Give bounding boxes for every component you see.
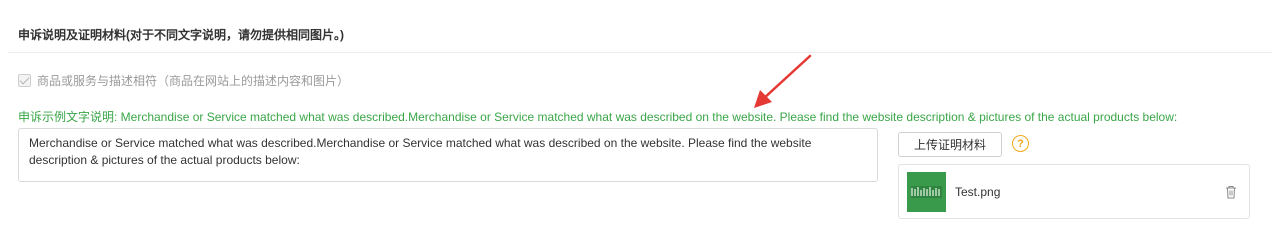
uploaded-file-card: Test.png (898, 164, 1250, 219)
example-statement-text: 申诉示例文字说明: Merchandise or Service matched… (18, 110, 1178, 124)
file-name: Test.png (955, 185, 1001, 199)
annotation-arrow (754, 54, 812, 108)
help-icon[interactable]: ? (1012, 135, 1029, 152)
divider (8, 52, 1272, 53)
upload-evidence-button[interactable]: 上传证明材料 (898, 132, 1002, 157)
matched-description-checkbox[interactable] (18, 73, 31, 87)
statement-textarea[interactable]: Merchandise or Service matched what was … (18, 128, 878, 182)
trash-icon[interactable] (1225, 185, 1237, 199)
section-title: 申诉说明及证明材料(对于不同文字说明，请勿提供相同图片。) (18, 28, 344, 42)
image-thumbnail-icon[interactable] (907, 172, 946, 212)
checkbox-label: 商品或服务与描述相符（商品在网站上的描述内容和图片） (37, 73, 350, 88)
checkbox-row[interactable]: 商品或服务与描述相符（商品在网站上的描述内容和图片） (18, 72, 349, 88)
